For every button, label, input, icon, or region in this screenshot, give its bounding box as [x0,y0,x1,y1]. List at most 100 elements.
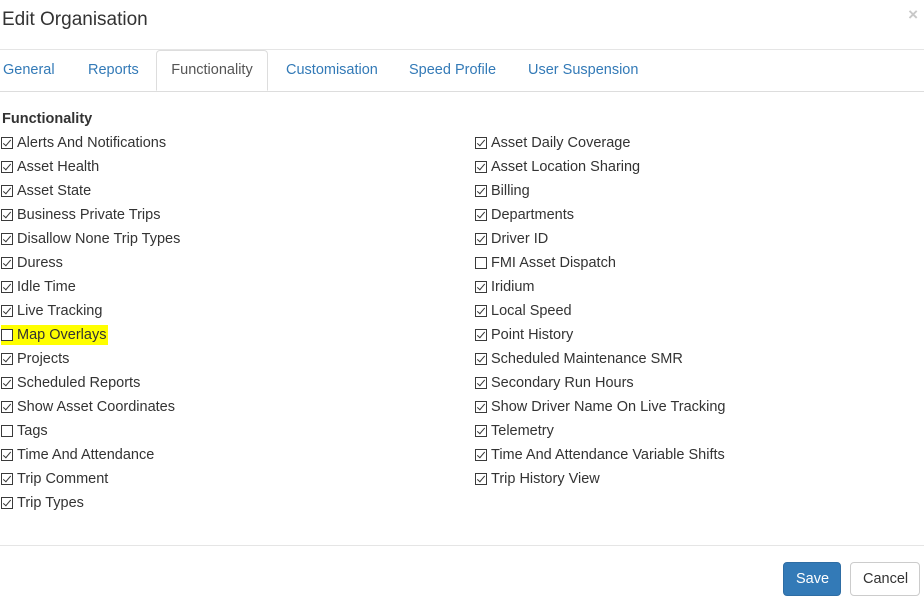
tab-general[interactable]: General [3,50,55,91]
checkbox-checked[interactable] [1,137,13,149]
checkbox-checked[interactable] [475,185,487,197]
checkbox-label[interactable]: Disallow None Trip Types [17,231,180,247]
checkbox-checked[interactable] [1,257,13,269]
checkbox-item-map-overlays[interactable]: Map Overlays [1,323,180,347]
checkbox-item-show-driver-name-on-live-tracking[interactable]: Show Driver Name On Live Tracking [475,395,726,419]
tab-speed-profile[interactable]: Speed Profile [409,50,496,91]
checkbox-label[interactable]: Live Tracking [17,303,102,319]
checkbox-label[interactable]: Trip Comment [17,471,108,487]
checkbox-checked[interactable] [1,449,13,461]
checkbox-item-asset-daily-coverage[interactable]: Asset Daily Coverage [475,131,726,155]
checkbox-label[interactable]: Projects [17,351,69,367]
save-button[interactable]: Save [783,562,841,596]
checkbox-label[interactable]: Asset State [17,183,91,199]
checkbox-item-telemetry[interactable]: Telemetry [475,419,726,443]
checkbox-item-live-tracking[interactable]: Live Tracking [1,299,180,323]
checkbox-checked[interactable] [475,329,487,341]
checkbox-unchecked[interactable] [475,257,487,269]
checkbox-checked[interactable] [1,185,13,197]
checkbox-checked[interactable] [1,353,13,365]
checkbox-item-alerts-and-notifications[interactable]: Alerts And Notifications [1,131,180,155]
tab-user-suspension[interactable]: User Suspension [528,50,638,91]
checkbox-label[interactable]: Trip History View [491,471,600,487]
checkbox-item-asset-health[interactable]: Asset Health [1,155,180,179]
checkbox-item-trip-comment[interactable]: Trip Comment [1,467,180,491]
checkbox-item-iridium[interactable]: Iridium [475,275,726,299]
checkbox-label[interactable]: Idle Time [17,279,76,295]
checkbox-item-local-speed[interactable]: Local Speed [475,299,726,323]
checkbox-checked[interactable] [475,377,487,389]
checkbox-item-trip-history-view[interactable]: Trip History View [475,467,726,491]
checkbox-checked[interactable] [1,377,13,389]
checkbox-label[interactable]: Duress [17,255,63,271]
checkbox-checked[interactable] [1,281,13,293]
checkbox-item-tags[interactable]: Tags [1,419,180,443]
checkbox-checked[interactable] [1,473,13,485]
checkbox-item-business-private-trips[interactable]: Business Private Trips [1,203,180,227]
checkbox-item-show-asset-coordinates[interactable]: Show Asset Coordinates [1,395,180,419]
checkbox-label[interactable]: Iridium [491,279,535,295]
checkbox-checked[interactable] [475,425,487,437]
checkbox-item-fmi-asset-dispatch[interactable]: FMI Asset Dispatch [475,251,726,275]
tab-reports[interactable]: Reports [88,50,139,91]
checkbox-label[interactable]: Show Asset Coordinates [17,399,175,415]
checkbox-item-projects[interactable]: Projects [1,347,180,371]
checkbox-label[interactable]: Show Driver Name On Live Tracking [491,399,726,415]
checkbox-label[interactable]: Point History [491,327,573,343]
checkbox-item-point-history[interactable]: Point History [475,323,726,347]
checkbox-label[interactable]: Scheduled Maintenance SMR [491,351,683,367]
checkbox-item-duress[interactable]: Duress [1,251,180,275]
checkbox-label[interactable]: Asset Health [17,159,99,175]
checkbox-item-driver-id[interactable]: Driver ID [475,227,726,251]
checkbox-item-idle-time[interactable]: Idle Time [1,275,180,299]
checkbox-checked[interactable] [475,137,487,149]
checkbox-item-departments[interactable]: Departments [475,203,726,227]
checkbox-label[interactable]: Departments [491,207,574,223]
checkbox-label[interactable]: Telemetry [491,423,554,439]
checkbox-label[interactable]: Alerts And Notifications [17,135,166,151]
checkbox-label[interactable]: Scheduled Reports [17,375,140,391]
checkbox-label[interactable]: Map Overlays [17,327,106,343]
checkbox-checked[interactable] [1,305,13,317]
checkbox-item-trip-types[interactable]: Trip Types [1,491,180,515]
close-icon[interactable]: × [908,6,918,23]
checkbox-label[interactable]: Driver ID [491,231,548,247]
checkbox-label[interactable]: Asset Location Sharing [491,159,640,175]
checkbox-checked[interactable] [475,209,487,221]
checkbox-checked[interactable] [1,209,13,221]
checkbox-label[interactable]: Time And Attendance [17,447,154,463]
cancel-button[interactable]: Cancel [850,562,920,596]
checkbox-label[interactable]: Local Speed [491,303,572,319]
checkbox-item-scheduled-reports[interactable]: Scheduled Reports [1,371,180,395]
checkbox-checked[interactable] [1,401,13,413]
checkbox-checked[interactable] [475,161,487,173]
checkbox-label[interactable]: Business Private Trips [17,207,160,223]
checkbox-label[interactable]: Asset Daily Coverage [491,135,630,151]
tab-customisation[interactable]: Customisation [286,50,378,91]
checkbox-item-time-and-attendance[interactable]: Time And Attendance [1,443,180,467]
checkbox-item-asset-location-sharing[interactable]: Asset Location Sharing [475,155,726,179]
tab-functionality[interactable]: Functionality [156,50,268,91]
checkbox-checked[interactable] [475,449,487,461]
checkbox-item-time-and-attendance-variable-shifts[interactable]: Time And Attendance Variable Shifts [475,443,726,467]
checkbox-item-asset-state[interactable]: Asset State [1,179,180,203]
checkbox-checked[interactable] [1,497,13,509]
checkbox-checked[interactable] [475,353,487,365]
checkbox-label[interactable]: Secondary Run Hours [491,375,634,391]
checkbox-checked[interactable] [1,233,13,245]
checkbox-unchecked[interactable] [1,425,13,437]
checkbox-checked[interactable] [475,233,487,245]
checkbox-item-secondary-run-hours[interactable]: Secondary Run Hours [475,371,726,395]
checkbox-checked[interactable] [475,281,487,293]
checkbox-label[interactable]: Time And Attendance Variable Shifts [491,447,725,463]
checkbox-checked[interactable] [475,305,487,317]
checkbox-checked[interactable] [475,473,487,485]
checkbox-label[interactable]: Billing [491,183,530,199]
checkbox-label[interactable]: FMI Asset Dispatch [491,255,616,271]
checkbox-label[interactable]: Tags [17,423,48,439]
checkbox-label[interactable]: Trip Types [17,495,84,511]
checkbox-checked[interactable] [1,161,13,173]
checkbox-checked[interactable] [475,401,487,413]
checkbox-item-disallow-none-trip-types[interactable]: Disallow None Trip Types [1,227,180,251]
checkbox-item-scheduled-maintenance-smr[interactable]: Scheduled Maintenance SMR [475,347,726,371]
